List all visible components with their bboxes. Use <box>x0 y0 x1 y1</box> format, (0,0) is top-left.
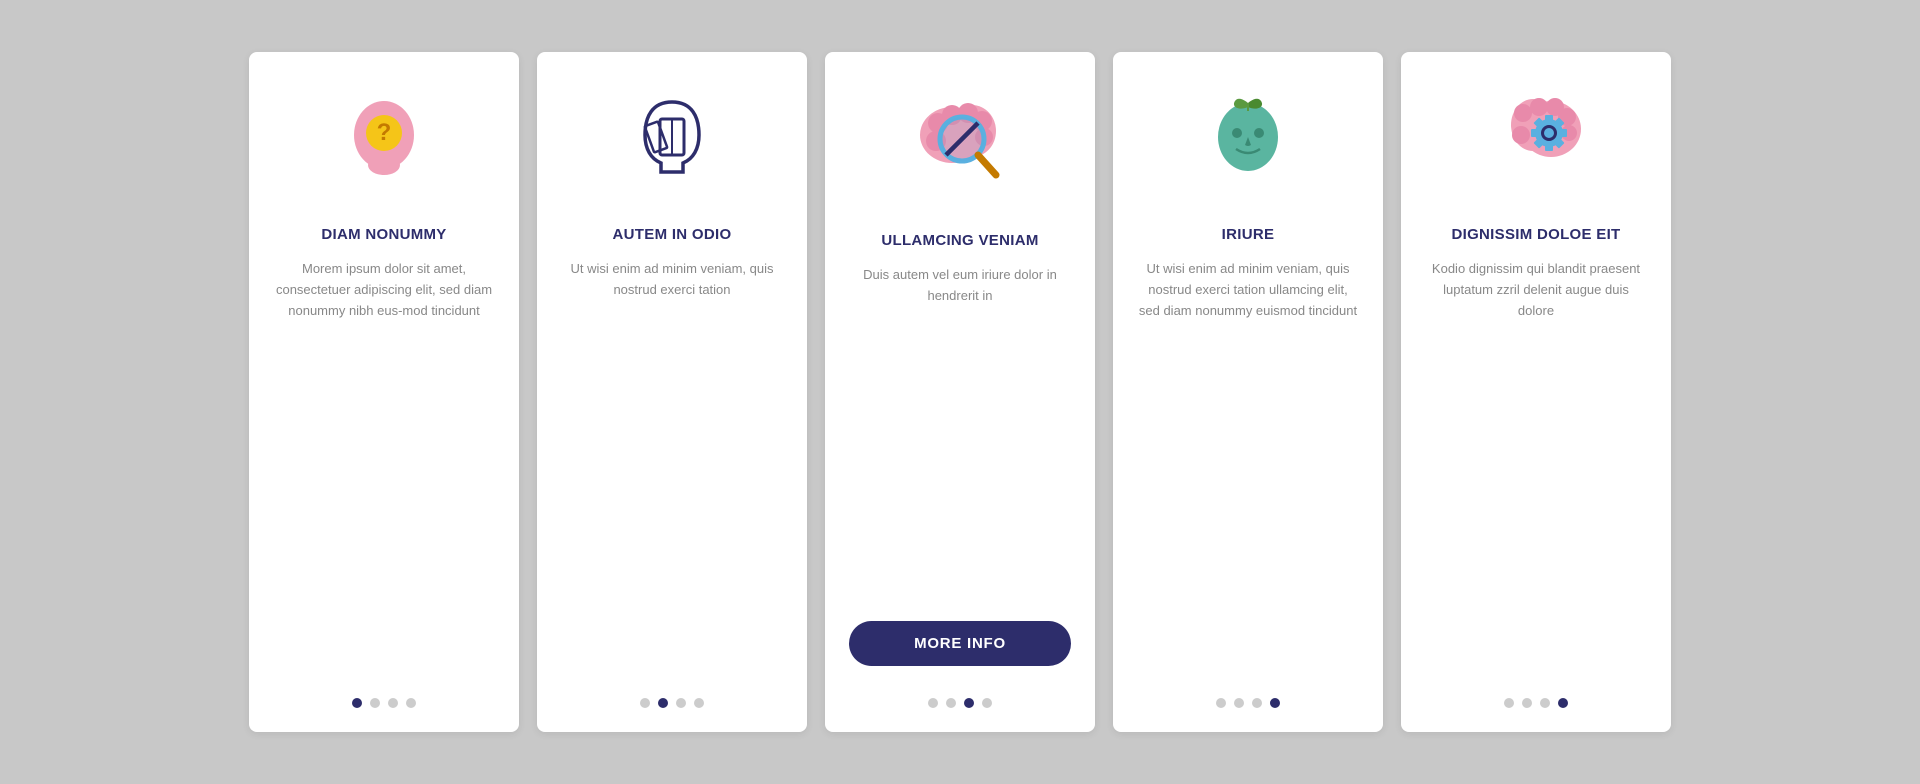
dot-5-1 <box>1504 698 1514 708</box>
card-4-dots <box>1216 698 1280 708</box>
card-3-title: ULLAMCING VENIAM <box>881 232 1038 249</box>
dot-3-4 <box>982 698 992 708</box>
cards-container: ? DIAM NONUMMY Morem ipsum dolor sit ame… <box>209 12 1711 772</box>
svg-text:?: ? <box>377 119 392 146</box>
more-info-button[interactable]: MORE INFO <box>849 621 1071 666</box>
card-5-title: DIGNISSIM DOLOE EIT <box>1451 226 1620 243</box>
card-2-title: AUTEM IN ODIO <box>613 226 732 243</box>
dot-1-1 <box>352 698 362 708</box>
card-1-dots <box>352 698 416 708</box>
card-5-text: Kodio dignissim qui blandit praesent lup… <box>1425 259 1647 674</box>
card-3-dots <box>928 698 992 708</box>
card-4-text: Ut wisi enim ad minim veniam, quis nostr… <box>1137 259 1359 674</box>
card-2-dots <box>640 698 704 708</box>
card-5-icon <box>1476 82 1596 202</box>
dot-3-1 <box>928 698 938 708</box>
dot-2-4 <box>694 698 704 708</box>
dot-5-2 <box>1522 698 1532 708</box>
dot-1-2 <box>370 698 380 708</box>
card-2-icon <box>612 82 732 202</box>
dot-4-2 <box>1234 698 1244 708</box>
card-1-text: Morem ipsum dolor sit amet, consectetuer… <box>273 259 495 674</box>
card-5: DIGNISSIM DOLOE EIT Kodio dignissim qui … <box>1401 52 1671 732</box>
dot-1-4 <box>406 698 416 708</box>
card-3-icon <box>900 88 1020 208</box>
card-5-dots <box>1504 698 1568 708</box>
dot-5-3 <box>1540 698 1550 708</box>
dot-3-2 <box>946 698 956 708</box>
card-4-title: IRIURE <box>1222 226 1275 243</box>
dot-2-2 <box>658 698 668 708</box>
card-4-icon <box>1188 82 1308 202</box>
dot-2-3 <box>676 698 686 708</box>
card-1: ? DIAM NONUMMY Morem ipsum dolor sit ame… <box>249 52 519 732</box>
card-3-text: Duis autem vel eum iriure dolor in hendr… <box>849 265 1071 601</box>
card-3: ULLAMCING VENIAM Duis autem vel eum iriu… <box>825 52 1095 732</box>
dot-4-1 <box>1216 698 1226 708</box>
card-2-text: Ut wisi enim ad minim veniam, quis nostr… <box>561 259 783 674</box>
dot-5-4 <box>1558 698 1568 708</box>
card-4: IRIURE Ut wisi enim ad minim veniam, qui… <box>1113 52 1383 732</box>
card-1-title: DIAM NONUMMY <box>321 226 446 243</box>
dot-2-1 <box>640 698 650 708</box>
dot-1-3 <box>388 698 398 708</box>
card-1-icon: ? <box>324 82 444 202</box>
dot-4-3 <box>1252 698 1262 708</box>
card-2: AUTEM IN ODIO Ut wisi enim ad minim veni… <box>537 52 807 732</box>
dot-3-3 <box>964 698 974 708</box>
dot-4-4 <box>1270 698 1280 708</box>
